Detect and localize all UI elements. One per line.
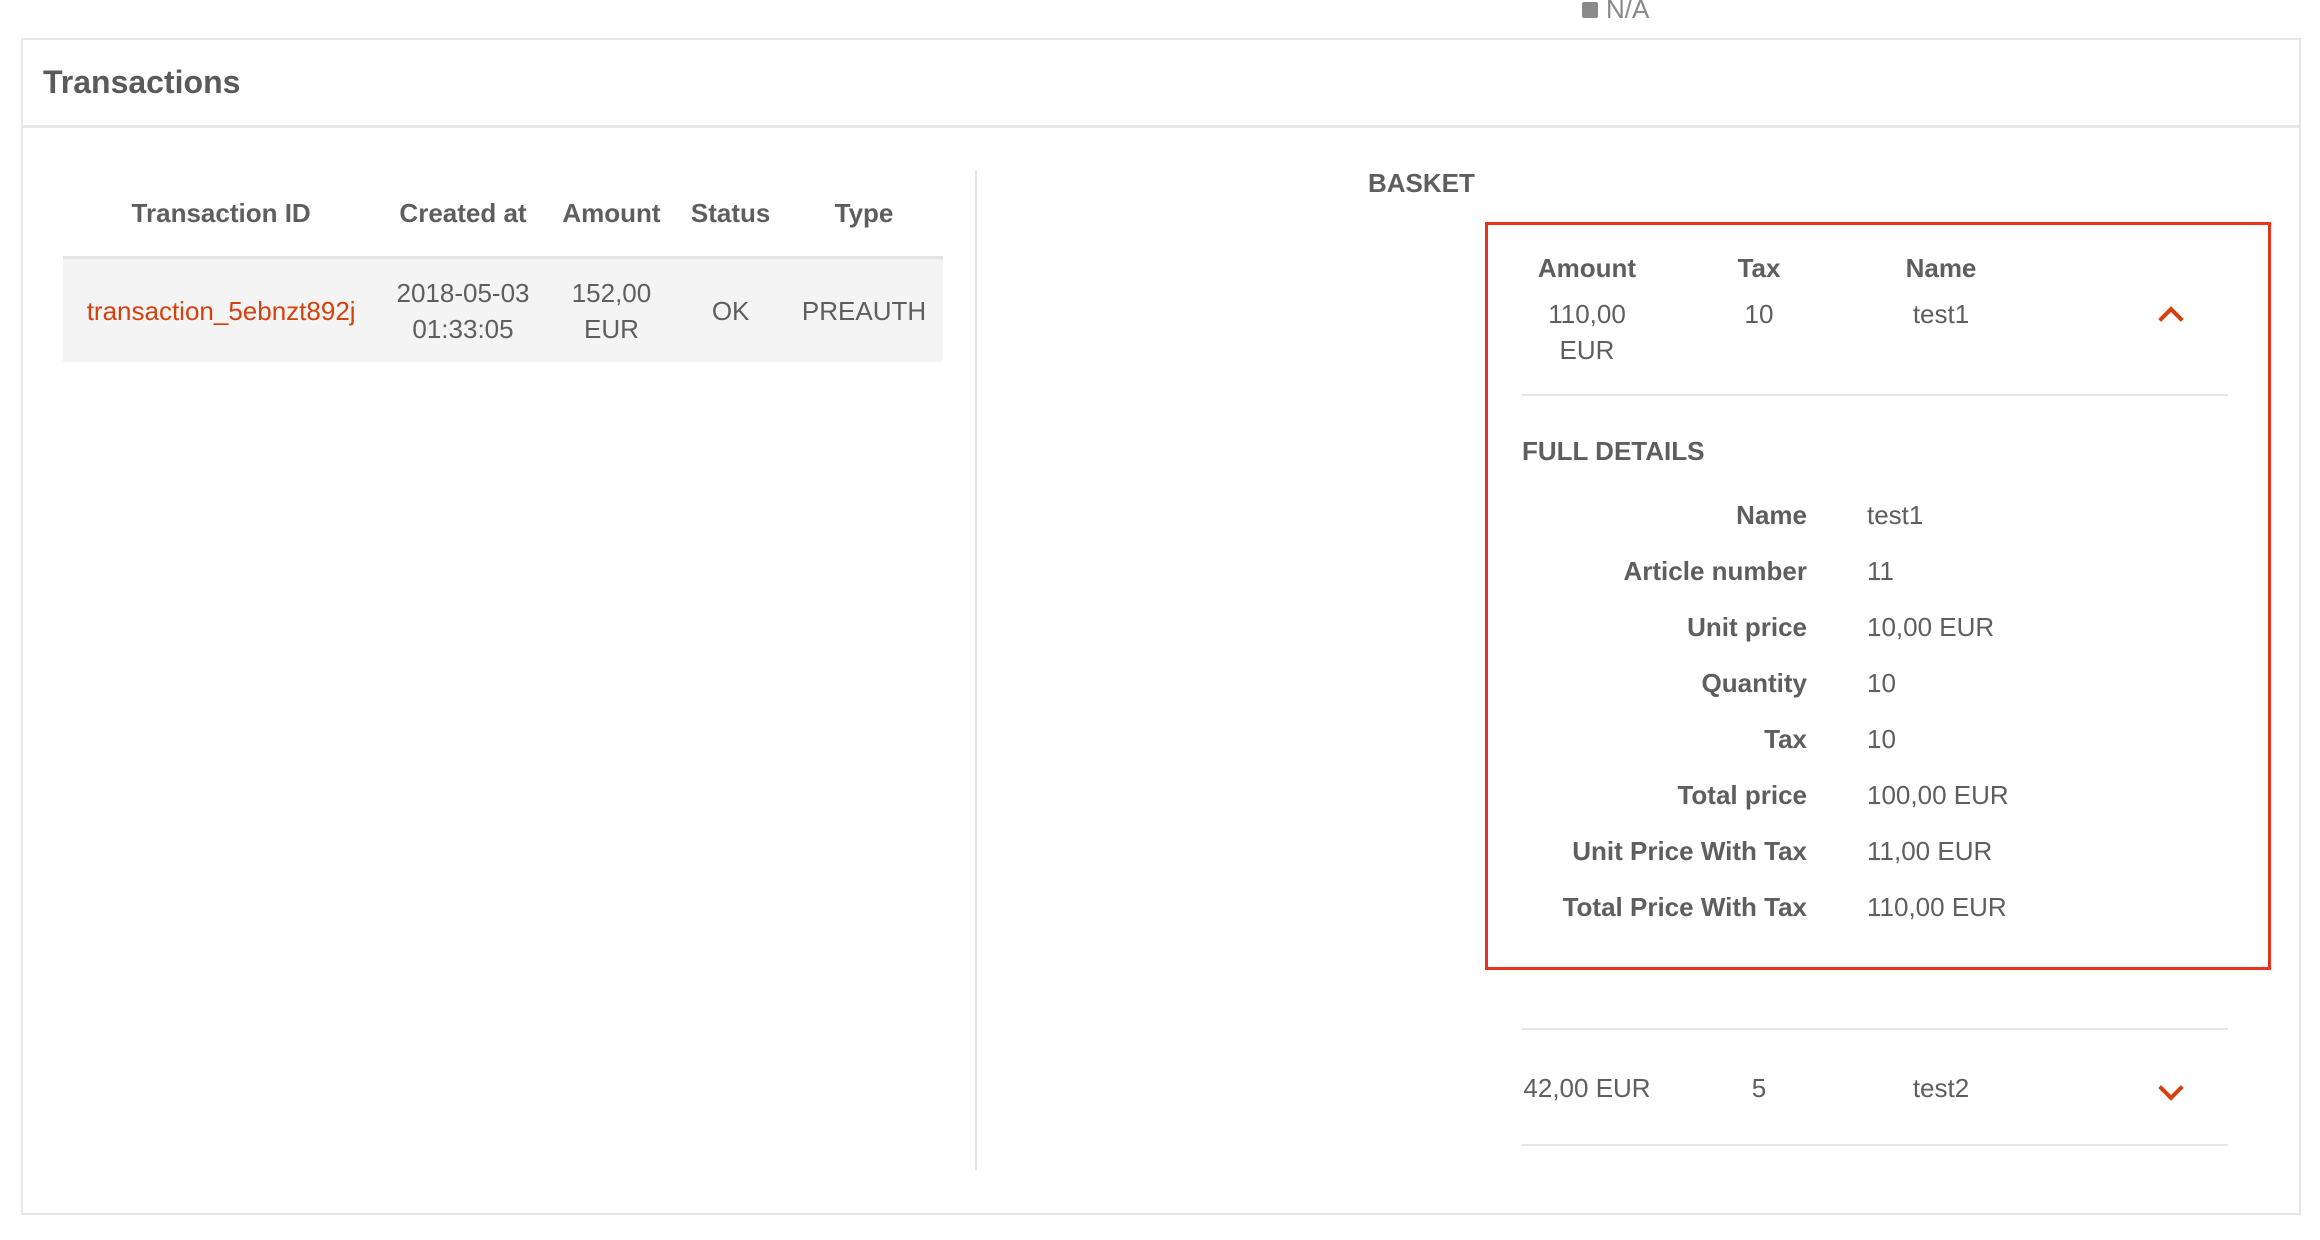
detail-label: Unit price <box>1687 611 1807 642</box>
detail-row-total-price-with-tax: Total Price With Tax 110,00 EUR <box>1522 879 2228 935</box>
detail-row-article-number: Article number 11 <box>1522 543 2228 599</box>
top-status-text: N/A <box>1606 0 1650 24</box>
detail-label: Quantity <box>1701 667 1807 698</box>
type-cell: PREAUTH <box>785 257 943 362</box>
basket-header-amount: Amount <box>1537 252 1637 283</box>
basket-item-amount: 110,00 EUR <box>1522 296 1652 368</box>
header-amount: Amount <box>546 170 677 259</box>
collapse-toggle[interactable] <box>2016 296 2228 337</box>
basket-item-tax: 5 <box>1751 1072 1767 1103</box>
detail-label: Unit Price With Tax <box>1572 835 1807 866</box>
detail-row-total-price: Total price 100,00 EUR <box>1522 767 2228 823</box>
top-status-stub: N/A <box>1582 0 1649 25</box>
status-cell: OK <box>676 257 786 362</box>
basket-item-name: test2 <box>1912 1072 1970 1103</box>
header-status: Status <box>676 170 786 259</box>
basket-item-amount-value: 110,00 <box>1548 299 1626 329</box>
detail-row-unit-price: Unit price 10,00 EUR <box>1522 599 2228 655</box>
basket-header-row: Amount Tax Name <box>1522 240 2228 296</box>
basket-item-row-2[interactable]: 42,00 EUR 5 test2 <box>1522 1028 2228 1146</box>
basket-table: Amount Tax Name 110,00 EUR 10 test1 FULL… <box>1522 240 2228 935</box>
detail-row-name: Name test1 <box>1522 487 2228 543</box>
status-square-icon <box>1582 1 1598 18</box>
basket-header-tax: Tax <box>1737 252 1781 283</box>
detail-value: 11,00 EUR <box>1867 835 1993 866</box>
header-transaction-id: Transaction ID <box>63 170 380 259</box>
created-at-cell: 2018-05-03 01:33:05 <box>379 257 547 362</box>
detail-row-unit-price-with-tax: Unit Price With Tax 11,00 EUR <box>1522 823 2228 879</box>
chevron-up-icon[interactable] <box>2158 306 2184 332</box>
amount-currency: EUR <box>584 313 639 344</box>
header-created-at: Created at <box>379 170 547 259</box>
basket-item-amount: 42,00 EUR <box>1523 1072 1651 1103</box>
detail-label: Name <box>1736 499 1807 530</box>
detail-value: 10,00 EUR <box>1867 611 1995 642</box>
basket-item-name: test1 <box>1912 299 1970 329</box>
full-details-title: FULL DETAILS <box>1522 436 1705 466</box>
basket-item-row[interactable]: 110,00 EUR 10 test1 <box>1522 296 2228 396</box>
transactions-header-row: Transaction ID Created at Amount Status … <box>63 170 943 259</box>
detail-value: 11 <box>1867 555 1894 586</box>
chevron-down-icon[interactable] <box>2158 1074 2184 1101</box>
detail-label: Article number <box>1623 555 1808 586</box>
created-date: 2018-05-03 <box>396 277 530 308</box>
detail-value: 10 <box>1867 723 1896 754</box>
transactions-table: Transaction ID Created at Amount Status … <box>63 170 943 362</box>
basket-item-amount-currency: EUR <box>1559 335 1615 365</box>
created-time: 01:33:05 <box>412 313 514 344</box>
detail-value: 110,00 EUR <box>1867 891 2007 922</box>
header-type: Type <box>785 170 943 259</box>
detail-label: Total price <box>1677 779 1807 810</box>
detail-label: Total Price With Tax <box>1562 891 1807 922</box>
transaction-id-link[interactable]: transaction_5ebnzt892j <box>87 296 356 326</box>
expand-toggle[interactable] <box>2016 1073 2228 1104</box>
basket-item-tax: 10 <box>1744 299 1774 329</box>
detail-row-tax: Tax 10 <box>1522 711 2228 767</box>
transaction-id-cell[interactable]: transaction_5ebnzt892j <box>63 257 380 362</box>
detail-value: 10 <box>1867 667 1896 698</box>
amount-value: 152,00 <box>571 277 652 308</box>
vertical-divider <box>975 170 977 1170</box>
detail-value: 100,00 EUR <box>1867 779 2009 810</box>
panel-header: Transactions <box>23 40 2299 128</box>
basket-header-name: Name <box>1905 252 1977 283</box>
detail-label: Tax <box>1764 723 1807 754</box>
amount-cell: 152,00 EUR <box>546 257 677 362</box>
detail-row-quantity: Quantity 10 <box>1522 655 2228 711</box>
panel-title: Transactions <box>43 64 241 100</box>
table-row[interactable]: transaction_5ebnzt892j 2018-05-03 01:33:… <box>63 257 943 362</box>
basket-label: BASKET <box>1368 168 1475 198</box>
detail-value: test1 <box>1867 499 1924 530</box>
